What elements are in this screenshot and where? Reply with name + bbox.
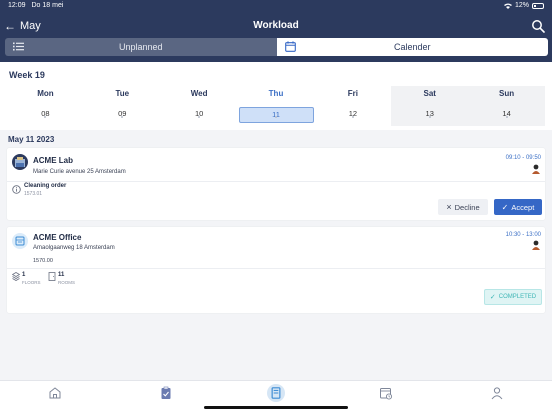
tab-calendar-label: Calender [393, 42, 431, 52]
card-address: Amaolgaanweg 18 Amsterdam [33, 245, 115, 251]
card-title: ACME Office [33, 233, 82, 242]
user-icon [491, 387, 503, 400]
card-code: 1570.00 [33, 258, 53, 264]
tab-profile[interactable] [442, 381, 552, 414]
week-title: Week 19 [9, 70, 45, 80]
card-time: 10:30 - 13:00 [505, 232, 541, 238]
task-label: Cleaning order [24, 183, 67, 189]
home-icon [49, 387, 61, 399]
day-thu[interactable]: Thu 11 [238, 86, 315, 126]
day-sun[interactable]: Sun 14 [468, 86, 546, 126]
day-indicator-dot [275, 116, 277, 118]
layers-icon [12, 272, 20, 281]
document-add-icon [267, 384, 286, 402]
day-indicator-dot [505, 116, 508, 118]
status-badge-completed: ✓ COMPLETED [484, 289, 542, 305]
view-segment-control: Unplanned Calender [5, 38, 548, 56]
info-icon [12, 185, 21, 194]
status-date: Do 18 mei [31, 2, 64, 9]
tab-workload[interactable] [221, 381, 331, 414]
header: 12:09 Do 18 mei 12% ← May Workload Unpla… [0, 0, 552, 62]
tab-calendar[interactable]: Calender [276, 38, 548, 56]
day-tue[interactable]: Tue 09 [84, 86, 161, 126]
card-address: Marie Curie avenue 25 Amsterdam [33, 169, 126, 175]
cleaner-avatar-icon [532, 164, 540, 174]
day-mon[interactable]: Mon 08 [7, 86, 84, 126]
search-icon[interactable] [531, 19, 545, 33]
close-icon: × [446, 201, 452, 212]
decline-button[interactable]: × Decline [438, 199, 488, 215]
day-indicator-dot [351, 116, 354, 118]
status-bar: 12:09 Do 18 mei 12% [8, 2, 544, 12]
calendar-icon [284, 41, 296, 52]
rooms-count: 11 ROOMS [48, 272, 75, 285]
card-title: ACME Lab [33, 156, 73, 165]
office-avatar-icon [12, 233, 28, 249]
battery-percent: 12% [514, 2, 529, 9]
day-wed[interactable]: Wed 10 [161, 86, 238, 126]
tab-unplanned-label: Unplanned [118, 42, 163, 52]
floors-count: 1 FLOORS [12, 272, 41, 285]
accept-button[interactable]: ✓ Accept [494, 199, 542, 215]
day-indicator-dot [428, 116, 431, 118]
tab-unplanned[interactable]: Unplanned [5, 38, 277, 56]
task-code: 1573.01 [24, 191, 43, 197]
list-icon [13, 42, 24, 51]
wifi-icon [503, 3, 512, 9]
check-icon: ✓ [501, 202, 509, 212]
battery-icon [532, 2, 544, 9]
page-title: Workload [253, 20, 299, 31]
tab-home[interactable] [0, 381, 110, 414]
door-icon [48, 272, 56, 281]
card-time: 09:10 - 09:50 [505, 155, 541, 161]
appointment-card[interactable]: ACME Lab Marie Curie avenue 25 Amsterdam… [7, 148, 545, 220]
clipboard-check-icon [161, 386, 171, 399]
week-strip: Week 19 Mon 08 Tue 09 Wed 10 Thu 11 Fri … [0, 62, 552, 130]
day-fri[interactable]: Fri 12 [314, 86, 391, 126]
date-heading: May 11 2023 [8, 135, 55, 144]
check-icon: ✓ [489, 294, 496, 301]
home-indicator [204, 406, 348, 409]
lab-avatar-icon [12, 154, 28, 170]
day-selector: Mon 08 Tue 09 Wed 10 Thu 11 Fri 12 Sat 1… [7, 86, 546, 126]
cleaner-avatar-icon [532, 240, 540, 250]
day-sat[interactable]: Sat 13 [391, 86, 469, 126]
appointment-card[interactable]: ACME Office Amaolgaanweg 18 Amsterdam 15… [7, 227, 545, 313]
tab-tasks[interactable] [110, 381, 220, 414]
tab-schedule[interactable] [331, 381, 441, 414]
status-time: 12:09 [8, 2, 26, 9]
calendar-clock-icon [380, 388, 393, 400]
